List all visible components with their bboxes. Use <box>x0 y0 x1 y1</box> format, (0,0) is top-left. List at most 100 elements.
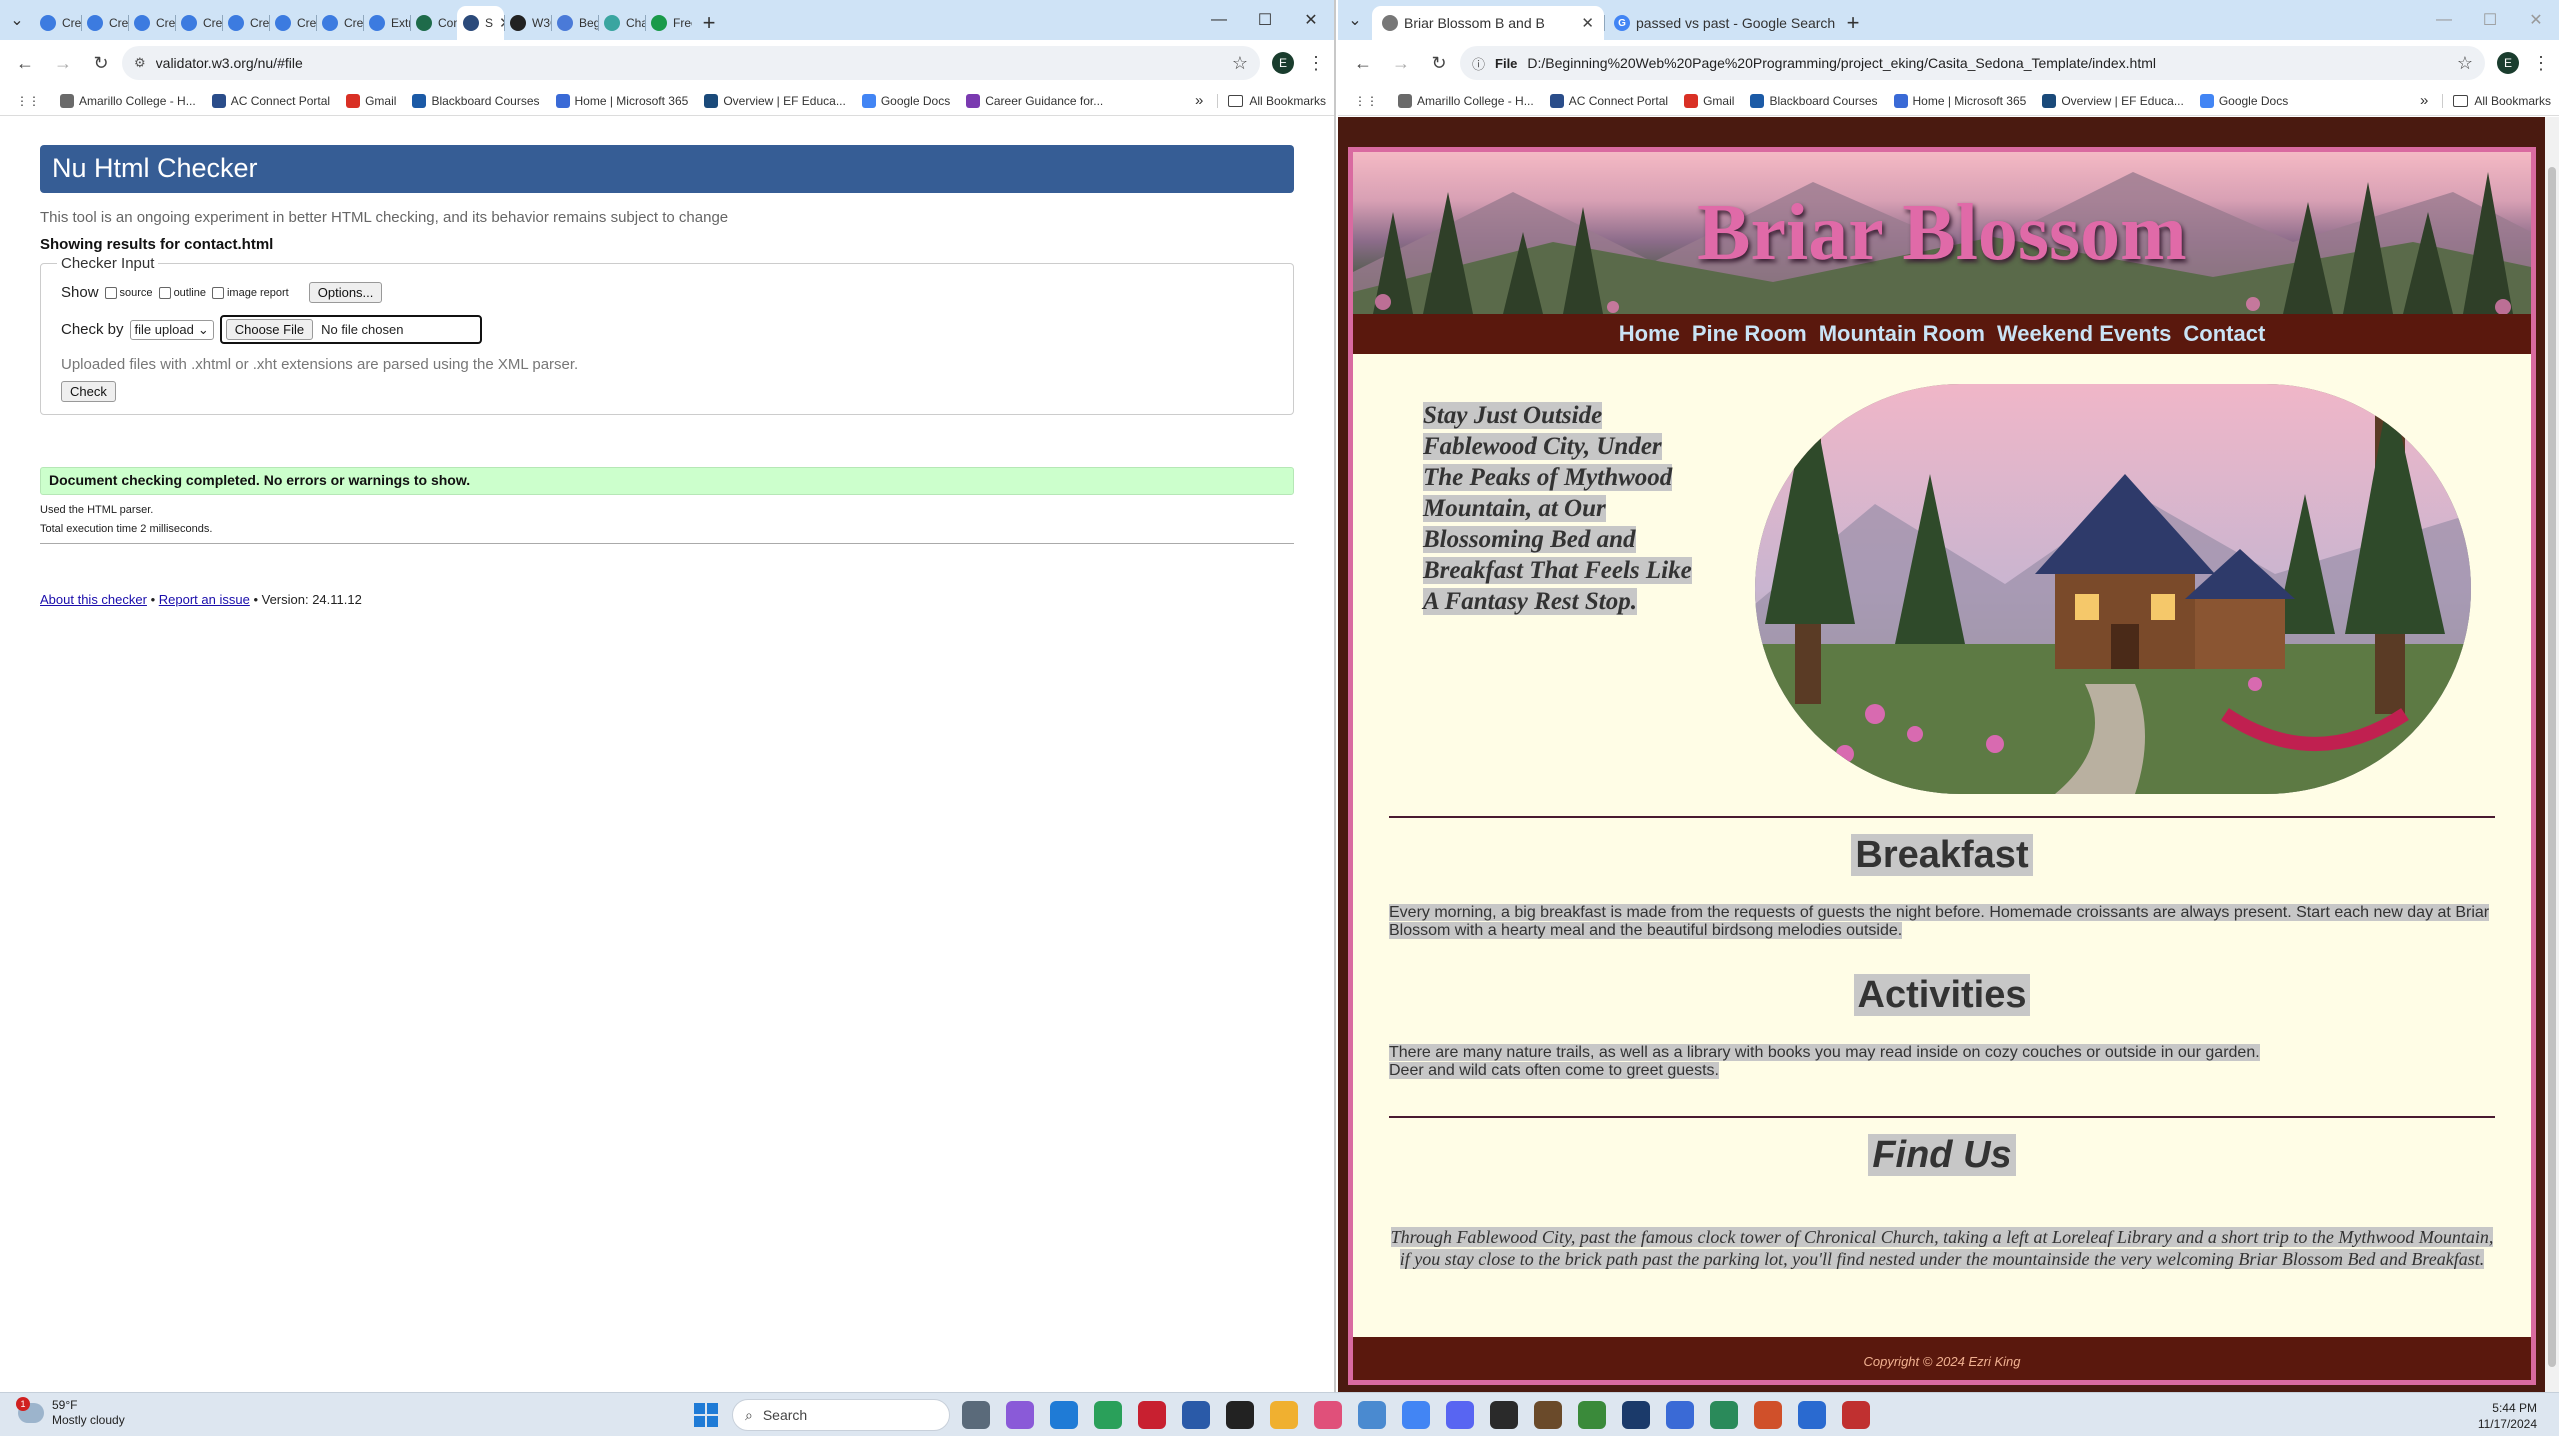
tab-item[interactable]: Begir <box>551 6 598 40</box>
maximize-icon[interactable]: ☐ <box>2467 0 2513 40</box>
bookmark-item[interactable]: Amarillo College - H... <box>52 93 204 108</box>
bookmark-item[interactable]: Overview | EF Educa... <box>696 93 854 108</box>
tab-item[interactable]: Creat <box>316 6 363 40</box>
minimize-icon[interactable]: — <box>1196 0 1242 40</box>
back-icon[interactable]: ← <box>1346 46 1380 80</box>
new-tab-button[interactable]: + <box>692 6 726 40</box>
bookmark-item[interactable]: AC Connect Portal <box>204 93 338 108</box>
bookmark-item[interactable]: Home | Microsoft 365 <box>548 93 697 108</box>
nav-mountain-room[interactable]: Mountain Room <box>1819 321 1985 347</box>
more-bookmarks-icon[interactable]: » <box>1185 92 1213 109</box>
menu-icon[interactable]: ⋮ <box>2531 53 2551 74</box>
info-icon[interactable]: ⓘ <box>1472 54 1485 73</box>
url-field[interactable]: ⚙ validator.w3.org/nu/#file ☆ <box>122 46 1260 80</box>
close-tab-icon[interactable]: ✕ <box>1581 14 1594 32</box>
taskbar-app-icon[interactable] <box>1622 1401 1650 1429</box>
bookmark-item[interactable]: Home | Microsoft 365 <box>1886 93 2035 108</box>
tab-search-icon[interactable]: ⌄ <box>0 0 34 40</box>
taskbar-app-icon[interactable] <box>1006 1401 1034 1429</box>
report-issue-link[interactable]: Report an issue <box>159 592 250 607</box>
forward-icon[interactable]: → <box>1384 46 1418 80</box>
tab-item[interactable]: Free <box>645 6 692 40</box>
choose-file-button[interactable]: Choose File <box>225 319 314 340</box>
taskbar-app-icon[interactable] <box>962 1401 990 1429</box>
tab-item[interactable]: Creat <box>222 6 269 40</box>
bookmark-item[interactable]: Blackboard Courses <box>1742 93 1885 108</box>
image-report-checkbox[interactable] <box>211 286 224 299</box>
check-button[interactable]: Check <box>61 381 116 402</box>
taskbar-app-icon[interactable] <box>1226 1401 1254 1429</box>
taskbar-app-icon[interactable] <box>1578 1401 1606 1429</box>
all-bookmarks-button[interactable]: All Bookmarks <box>2442 93 2551 108</box>
back-icon[interactable]: ← <box>8 46 42 80</box>
source-checkbox[interactable] <box>104 286 117 299</box>
tab-search-icon[interactable]: ⌄ <box>1338 0 1372 40</box>
file-input[interactable]: Choose File No file chosen <box>219 315 482 344</box>
close-icon[interactable]: ✕ <box>2513 0 2559 40</box>
taskbar-app-icon[interactable] <box>1050 1401 1078 1429</box>
taskbar-app-icon[interactable] <box>1182 1401 1210 1429</box>
page-scrollbar[interactable] <box>2545 117 2559 1392</box>
apps-grid-icon[interactable]: ⋮⋮ <box>8 94 48 108</box>
bookmark-item[interactable]: Gmail <box>338 93 404 108</box>
bookmark-item[interactable]: Amarillo College - H... <box>1390 93 1542 108</box>
taskbar-app-icon[interactable] <box>1138 1401 1166 1429</box>
tab-item[interactable]: Conte <box>410 6 457 40</box>
minimize-icon[interactable]: — <box>2421 0 2467 40</box>
taskbar-app-icon[interactable] <box>1710 1401 1738 1429</box>
bookmark-item[interactable]: Overview | EF Educa... <box>2034 93 2192 108</box>
taskbar-app-icon[interactable] <box>1754 1401 1782 1429</box>
maximize-icon[interactable]: ☐ <box>1242 0 1288 40</box>
url-field[interactable]: ⓘ File D:/Beginning%20Web%20Page%20Progr… <box>1460 46 2485 80</box>
bookmark-item[interactable]: Career Guidance for... <box>958 93 1111 108</box>
weather-widget[interactable]: 1 59°F Mostly cloudy <box>16 1397 125 1428</box>
reload-icon[interactable]: ↻ <box>84 46 118 80</box>
tab-item[interactable]: Extra <box>363 6 410 40</box>
about-link[interactable]: About this checker <box>40 592 147 607</box>
taskbar-app-icon[interactable] <box>1270 1401 1298 1429</box>
bookmark-star-icon[interactable]: ☆ <box>2457 53 2473 74</box>
close-icon[interactable]: ✕ <box>1288 0 1334 40</box>
start-icon[interactable] <box>694 1403 718 1427</box>
tab-item[interactable]: Creat <box>175 6 222 40</box>
tab-briar-blossom[interactable]: Briar Blossom B and B ✕ <box>1372 6 1604 40</box>
tab-item[interactable]: S✕ <box>457 6 504 40</box>
tab-item[interactable]: Creat <box>81 6 128 40</box>
bookmark-star-icon[interactable]: ☆ <box>1232 53 1248 74</box>
system-clock[interactable]: 5:44 PM 11/17/2024 <box>2478 1400 2537 1432</box>
nav-pine-room[interactable]: Pine Room <box>1692 321 1807 347</box>
more-bookmarks-icon[interactable]: » <box>2410 92 2438 109</box>
taskbar-app-icon[interactable] <box>1490 1401 1518 1429</box>
profile-avatar[interactable]: E <box>2497 52 2519 74</box>
taskbar-app-icon[interactable] <box>1446 1401 1474 1429</box>
tab-item[interactable]: Creat <box>128 6 175 40</box>
bookmark-item[interactable]: Gmail <box>1676 93 1742 108</box>
bookmark-item[interactable]: Google Docs <box>854 93 958 108</box>
tab-google-search[interactable]: G passed vs past - Google Search ✕ <box>1604 6 1836 40</box>
tab-item[interactable]: Creat <box>34 6 81 40</box>
check-by-select[interactable]: file upload ⌄ <box>129 319 214 340</box>
site-info-icon[interactable]: ⚙ <box>134 55 146 71</box>
taskbar-app-icon[interactable] <box>1666 1401 1694 1429</box>
new-tab-button[interactable]: + <box>1836 6 1870 40</box>
taskbar-app-icon[interactable] <box>1358 1401 1386 1429</box>
apps-grid-icon[interactable]: ⋮⋮ <box>1346 94 1386 108</box>
taskbar-app-icon[interactable] <box>1094 1401 1122 1429</box>
nav-weekend-events[interactable]: Weekend Events <box>1997 321 2171 347</box>
tab-item[interactable]: Creat <box>269 6 316 40</box>
taskbar-search[interactable]: ⌕ Search <box>732 1399 950 1431</box>
taskbar-app-icon[interactable] <box>1842 1401 1870 1429</box>
outline-checkbox[interactable] <box>158 286 171 299</box>
taskbar-app-icon[interactable] <box>1798 1401 1826 1429</box>
taskbar-app-icon[interactable] <box>1534 1401 1562 1429</box>
forward-icon[interactable]: → <box>46 46 80 80</box>
tab-item[interactable]: Chap <box>598 6 645 40</box>
reload-icon[interactable]: ↻ <box>1422 46 1456 80</box>
options-button[interactable]: Options... <box>308 282 383 303</box>
taskbar-app-icon[interactable] <box>1402 1401 1430 1429</box>
nav-contact[interactable]: Contact <box>2183 321 2265 347</box>
scrollbar-thumb[interactable] <box>2548 167 2556 1367</box>
all-bookmarks-button[interactable]: All Bookmarks <box>1217 93 1326 108</box>
bookmark-item[interactable]: AC Connect Portal <box>1542 93 1676 108</box>
taskbar-app-icon[interactable] <box>1314 1401 1342 1429</box>
